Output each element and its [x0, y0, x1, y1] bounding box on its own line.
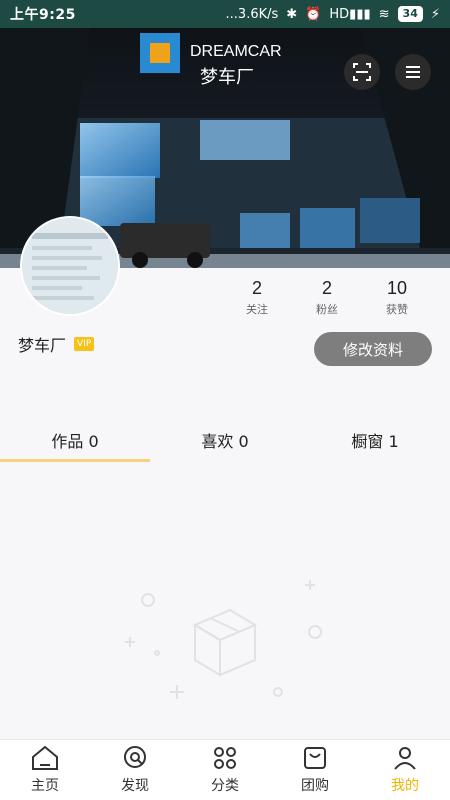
groupbuy-icon	[304, 747, 326, 769]
profile-icon	[394, 747, 416, 770]
nav-category[interactable]: 分类	[180, 740, 270, 800]
nav-groupbuy-label: 团购	[301, 778, 329, 794]
content-tabs: 作品 0 喜欢 0 橱窗 1	[0, 420, 450, 462]
stat-followers-count: 2	[321, 278, 332, 298]
menu-button[interactable]	[395, 54, 431, 90]
scan-icon	[353, 63, 371, 81]
menu-icon	[406, 66, 420, 78]
stat-following[interactable]: 2 关注	[222, 278, 292, 317]
wifi-icon: ≋	[378, 6, 390, 22]
empty-state-illustration	[110, 570, 340, 710]
stat-following-count: 2	[251, 278, 262, 298]
brand-cn: 梦车厂	[200, 67, 254, 88]
nav-discover[interactable]: 发现	[90, 740, 180, 800]
profile-name-row: 梦车厂 VIP	[18, 332, 95, 356]
battery-indicator: 34	[397, 6, 423, 22]
status-time: 上午9:25	[10, 7, 76, 23]
signal-icon: HD▮▮▮	[329, 6, 371, 22]
home-icon	[32, 745, 58, 770]
nav-profile[interactable]: 我的	[360, 740, 450, 800]
nav-home-label: 主页	[31, 778, 59, 794]
nav-home[interactable]: 主页	[0, 740, 90, 800]
stat-followers-label: 粉丝	[316, 303, 338, 316]
vip-badge: VIP	[74, 337, 95, 351]
nav-category-label: 分类	[211, 778, 239, 794]
stat-followers[interactable]: 2 粉丝	[292, 278, 362, 317]
alarm-icon: ⏰	[305, 6, 322, 22]
stat-likes[interactable]: 10 获赞	[362, 278, 432, 317]
scan-button[interactable]	[344, 54, 380, 90]
brand-name: DREAMCAR	[190, 43, 282, 60]
status-right: ...3.6K/s ✱ ⏰ HD▮▮▮ ≋ 34 ⚡	[226, 6, 440, 22]
nav-groupbuy[interactable]: 团购	[270, 740, 360, 800]
empty-box-icon	[125, 580, 322, 699]
stat-likes-count: 10	[386, 278, 408, 298]
tab-showcase[interactable]: 橱窗 1	[300, 420, 450, 460]
avatar-image	[22, 218, 118, 314]
category-icon	[214, 747, 236, 769]
charging-icon: ⚡	[430, 6, 440, 22]
stat-following-label: 关注	[246, 303, 268, 316]
status-bar: 上午9:25 ...3.6K/s ✱ ⏰ HD▮▮▮ ≋ 34 ⚡	[0, 0, 450, 28]
bottom-nav: 主页 发现 分类 团购 我的	[0, 739, 450, 800]
network-speed: ...3.6K/s	[225, 6, 279, 22]
tab-works[interactable]: 作品 0	[0, 420, 150, 462]
nav-profile-label: 我的	[391, 778, 419, 794]
nav-discover-label: 发现	[121, 778, 149, 794]
avatar[interactable]	[22, 218, 118, 314]
bluetooth-icon: ✱	[286, 6, 298, 22]
discover-icon	[124, 746, 146, 768]
edit-profile-button[interactable]: 修改资料	[314, 332, 432, 366]
profile-stats: 2 关注 2 粉丝 10 获赞	[222, 278, 432, 317]
profile-name: 梦车厂	[18, 336, 67, 355]
stat-likes-label: 获赞	[386, 303, 408, 316]
tab-likes[interactable]: 喜欢 0	[150, 420, 300, 460]
